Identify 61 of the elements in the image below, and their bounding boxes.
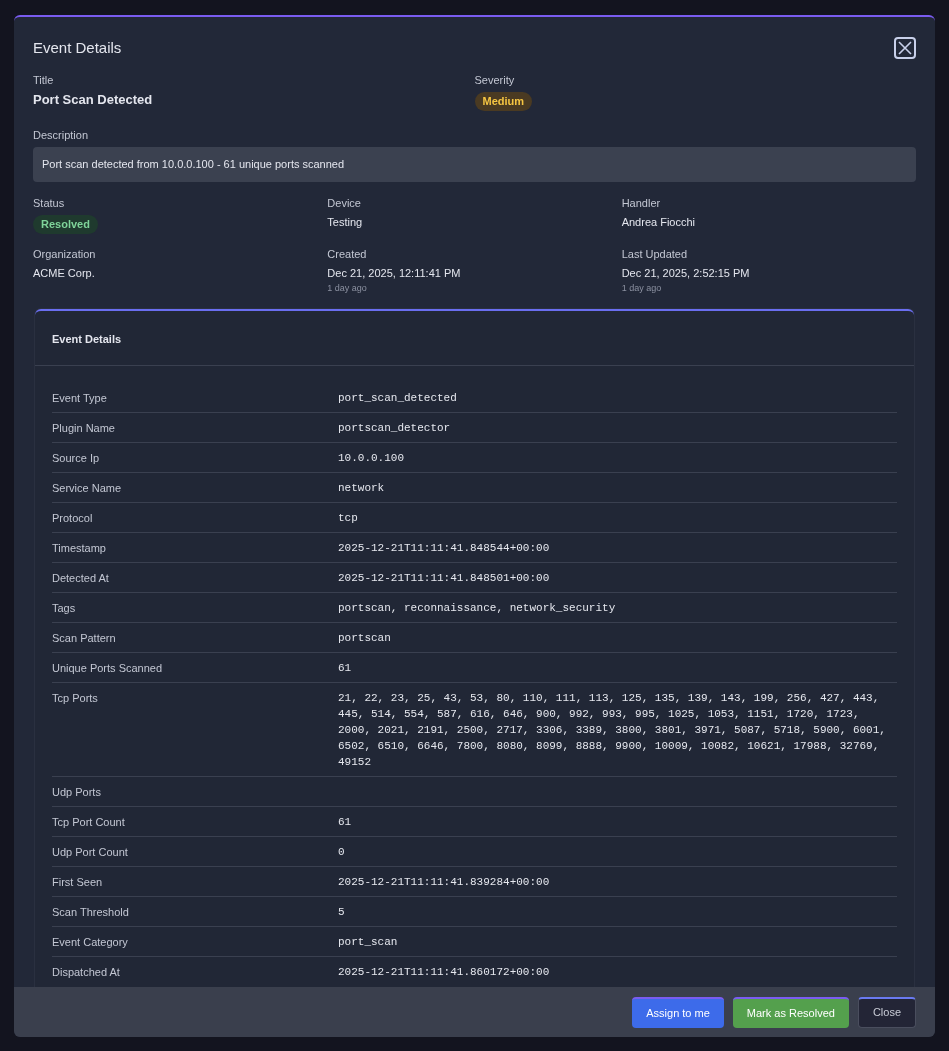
detail-label: Udp Port Count (52, 845, 129, 860)
detail-value: port_scan_detected (338, 391, 458, 406)
field-label: Title (33, 72, 55, 88)
action-button[interactable]: Mark as Resolved (732, 996, 849, 1028)
detail-label: Timestamp (52, 541, 107, 556)
detail-value: portscan_detector (338, 421, 452, 436)
detail-value: 61 (338, 815, 353, 830)
field-label: Description (33, 127, 90, 143)
detail-label: Tcp Port Count (52, 815, 126, 830)
detail-label: Tcp Ports (52, 691, 99, 706)
detail-value: portscan, reconnaissance, network_security (338, 601, 617, 616)
detail-value: tcp (338, 511, 359, 526)
detail-label: Unique Ports Scanned (52, 661, 164, 676)
detail-value: 61 (338, 661, 353, 676)
detail-value: port_scan (338, 935, 399, 950)
field-value: Testing (327, 215, 364, 230)
detail-value: 2025-12-21T11:11:41.848544+00:00 (338, 541, 551, 556)
field-label: Organization (33, 246, 97, 262)
field-label: Created (327, 246, 368, 262)
detail-label: Protocol (52, 511, 94, 526)
detail-label: Scan Pattern (52, 631, 117, 646)
detail-value: 0 (338, 845, 346, 860)
action-button[interactable]: Assign to me (632, 996, 724, 1028)
relative-time: 1 day ago (621, 281, 663, 295)
event-title: Port Scan Detected (33, 91, 154, 109)
close-icon[interactable] (894, 37, 916, 60)
detail-value: 21, 22, 23, 25, 43, 53, 80, 110, 111, 113, 125, 135, 139, 143, 199, 256, 427, 443, 445, 514, 554, 587, 616, 646, 900, 992, 993, 995, 1025, 1053, 1151, 1720, 1723, 2000, 2021, 2191, 2500, 2717, 3306, 3389, 3800, 3801, 3971, 5087, 5718, 5900, 6001, 6502, 6510, 6646, 7800, 8080, 8099, 8888, 9900, 10009, 10082, 10621, 17988, 32769, 49152 (338, 691, 887, 770)
detail-label: Scan Threshold (52, 905, 130, 920)
detail-label: Source Ip (52, 451, 101, 466)
detail-label: First Seen (52, 875, 104, 890)
detail-value: network (338, 481, 386, 496)
field-label: Status (33, 195, 66, 211)
field-label: Severity (474, 72, 516, 88)
action-button[interactable]: Close (857, 996, 916, 1028)
detail-label: Dispatched At (52, 965, 121, 980)
card-title: Event Details (52, 333, 122, 345)
detail-label: Service Name (52, 481, 123, 496)
status-badge: Medium (474, 92, 533, 111)
field-value: ACME Corp. (33, 266, 96, 281)
detail-label: Udp Ports (52, 785, 102, 800)
description-box: Port scan detected from 10.0.0.100 - 61 unique ports scanned (33, 147, 916, 182)
field-label: Last Updated (621, 246, 689, 262)
detail-value: 2025-12-21T11:11:41.860172+00:00 (338, 965, 551, 980)
detail-value: 5 (338, 905, 346, 920)
field-label: Handler (621, 195, 662, 211)
detail-label: Event Type (52, 391, 108, 406)
detail-label: Event Category (52, 935, 129, 950)
detail-value: 2025-12-21T11:11:41.848501+00:00 (338, 571, 551, 586)
field-value: Dec 21, 2025, 2:52:15 PM (621, 266, 751, 281)
detail-value: 2025-12-21T11:11:41.839284+00:00 (338, 875, 551, 890)
detail-label: Tags (52, 601, 77, 616)
field-value: Dec 21, 2025, 12:11:41 PM (327, 266, 462, 281)
field-value: Andrea Fiocchi (621, 215, 697, 230)
status-badge: Resolved (33, 215, 98, 234)
detail-value: portscan (338, 631, 392, 646)
relative-time: 1 day ago (327, 281, 368, 295)
field-label: Device (327, 195, 362, 211)
detail-value: 10.0.0.100 (338, 451, 405, 466)
detail-label: Detected At (52, 571, 110, 586)
dialog-title: Event Details (33, 38, 122, 58)
detail-label: Plugin Name (52, 421, 116, 436)
